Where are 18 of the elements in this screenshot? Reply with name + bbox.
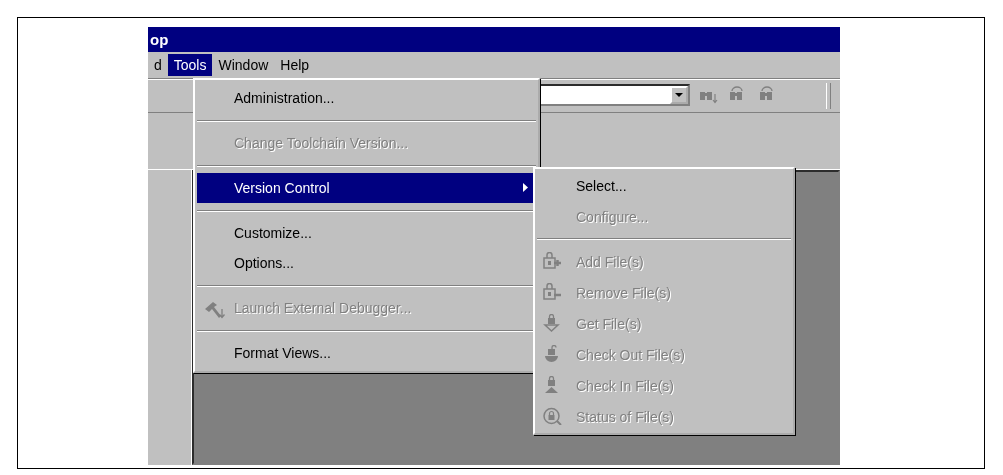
dropdown-button[interactable] bbox=[670, 86, 688, 104]
lock-minus-icon bbox=[542, 283, 562, 301]
menu-item[interactable]: Customize... bbox=[197, 218, 536, 248]
menu-item[interactable]: Administration... bbox=[197, 83, 536, 113]
caret-icon bbox=[675, 93, 683, 97]
menu-item[interactable]: Select... bbox=[537, 170, 791, 201]
menu-bar-item[interactable]: d bbox=[148, 54, 168, 76]
menu-bar-item[interactable]: Help bbox=[274, 54, 316, 76]
menu-item[interactable]: Options... bbox=[197, 248, 536, 278]
menu-bar-item[interactable]: Tools bbox=[167, 54, 213, 76]
lock-plus-icon bbox=[542, 252, 562, 270]
window-title: op bbox=[148, 27, 840, 52]
submenu-arrow-icon bbox=[523, 183, 528, 192]
menu-item[interactable]: Format Views... bbox=[197, 338, 536, 368]
menu-item[interactable]: Version Control bbox=[197, 173, 536, 203]
lock-down-icon bbox=[542, 314, 562, 332]
menu-bar-item[interactable]: Window bbox=[212, 54, 275, 76]
lock-magnifier-icon bbox=[542, 407, 562, 425]
